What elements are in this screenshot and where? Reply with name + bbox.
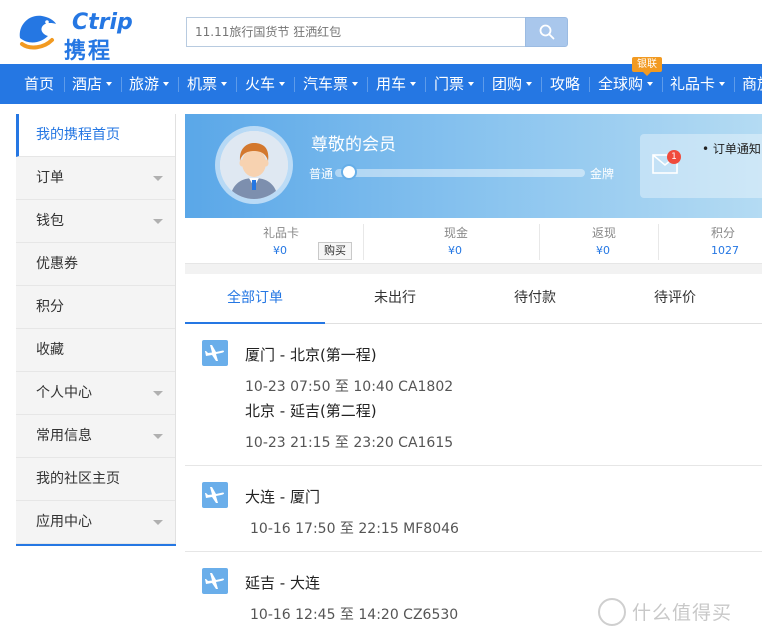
user-avatar-icon: [220, 131, 288, 199]
chevron-down-icon: [153, 520, 163, 525]
header: Ctrip 携程: [0, 0, 762, 64]
tab-not-traveled[interactable]: 未出行: [325, 274, 465, 324]
nav-travel[interactable]: 旅游: [129, 64, 170, 104]
wallet-stats: 礼品卡 ¥0 购买 现金 ¥0 返现 ¥0 积分 1027: [185, 218, 762, 264]
search-box: [186, 17, 526, 47]
avatar-ring: [215, 126, 293, 204]
airplane-icon: [202, 568, 228, 594]
stat-points: 积分 1027: [659, 218, 762, 264]
search-input[interactable]: [187, 18, 525, 46]
caret-down-icon: [106, 81, 113, 86]
caret-down-icon: [719, 81, 726, 86]
chevron-down-icon: [153, 391, 163, 396]
sidebar-item-personal[interactable]: 个人中心: [16, 372, 175, 415]
level-current: 普通: [309, 167, 334, 181]
tab-all-orders[interactable]: 全部订单: [185, 274, 325, 324]
nav-guides[interactable]: 攻略: [550, 64, 580, 104]
caret-down-icon: [279, 81, 286, 86]
watermark: 什么值得买: [598, 596, 758, 628]
sidebar: 我的携程首页 订单 钱包 优惠券 积分 收藏 个人中心 常用信息 我的社区主页 …: [16, 114, 176, 546]
stat-label: 礼品卡: [263, 226, 300, 240]
flight-route[interactable]: 大连 - 厦门: [245, 486, 320, 507]
caret-down-icon: [352, 81, 359, 86]
member-title: 尊敬的会员: [311, 135, 396, 155]
notice-box[interactable]: 1 • 订单通知: [640, 134, 762, 198]
watermark-logo: [598, 598, 626, 626]
sidebar-bottom-rule: [16, 544, 176, 546]
flight-route[interactable]: 厦门 - 北京(第一程): [245, 344, 377, 365]
chevron-down-icon: [153, 219, 163, 224]
nav-home[interactable]: 首页: [24, 64, 54, 104]
dolphin-icon: [19, 15, 56, 50]
order-item[interactable]: 厦门 - 北京(第一程) 10-23 07:50 至 10:40 CA1802 …: [185, 324, 762, 466]
stat-value[interactable]: 1027: [711, 244, 739, 257]
caret-down-icon: [526, 81, 533, 86]
airplane-icon: [202, 340, 228, 366]
flight-time: 10-16 17:50 至 22:15 MF8046: [250, 521, 459, 537]
stat-gift-card: 礼品卡 ¥0 购买: [185, 218, 363, 264]
ctrip-logo[interactable]: Ctrip 携程: [14, 8, 144, 64]
sidebar-item-community[interactable]: 我的社区主页: [16, 458, 175, 501]
nav-gift-card[interactable]: 礼品卡: [670, 64, 726, 104]
sidebar-item-apps[interactable]: 应用中心: [16, 501, 175, 544]
stat-cash: 现金 ¥0: [364, 218, 539, 264]
stat-rebate: 返现 ¥0: [540, 218, 658, 264]
stat-value[interactable]: ¥0: [273, 244, 287, 257]
stat-value[interactable]: ¥0: [448, 244, 462, 257]
notice-count-badge: 1: [667, 150, 681, 164]
order-item[interactable]: 大连 - 厦门 10-16 17:50 至 22:15 MF8046: [185, 466, 762, 552]
watermark-text: 什么值得买: [632, 602, 733, 624]
caret-down-icon: [163, 81, 170, 86]
search-button[interactable]: [525, 17, 568, 47]
search-icon: [539, 24, 555, 40]
unionpay-badge: 银联: [632, 57, 662, 76]
sidebar-item-coupons[interactable]: 优惠券: [16, 243, 175, 286]
chevron-down-icon: [153, 176, 163, 181]
avatar[interactable]: [220, 131, 288, 199]
flight-time: 10-16 12:45 至 14:20 CZ6530: [250, 607, 459, 623]
flight-time: 10-23 21:15 至 23:20 CA1615: [245, 435, 454, 451]
order-tabs: 全部订单 未出行 待付款 待评价: [185, 274, 762, 324]
sidebar-item-orders[interactable]: 订单: [16, 157, 175, 200]
level-next: 金牌: [590, 167, 615, 181]
stat-label: 现金: [444, 226, 469, 240]
sidebar-item-wallet[interactable]: 钱包: [16, 200, 175, 243]
caret-down-icon: [647, 81, 654, 86]
buy-gift-card-button[interactable]: 购买: [318, 242, 352, 260]
caret-down-icon: [468, 81, 475, 86]
chevron-down-icon: [153, 434, 163, 439]
airplane-icon: [202, 482, 228, 508]
section-gap: [185, 264, 762, 274]
nav-tickets[interactable]: 门票: [434, 64, 475, 104]
tab-pending-review[interactable]: 待评价: [605, 274, 745, 324]
nav-car[interactable]: 用车: [376, 64, 417, 104]
sidebar-item-common-info[interactable]: 常用信息: [16, 415, 175, 458]
nav-business[interactable]: 商旅: [742, 64, 762, 104]
level-progress-bar: [335, 169, 585, 177]
sidebar-item-home[interactable]: 我的携程首页: [16, 114, 175, 157]
stat-label: 返现: [592, 226, 617, 240]
caret-down-icon: [410, 81, 417, 86]
nav-train[interactable]: 火车: [245, 64, 286, 104]
nav-bus[interactable]: 汽车票: [303, 64, 359, 104]
logo-text-cn: 携程: [64, 39, 113, 64]
flight-route[interactable]: 延吉 - 大连: [245, 572, 320, 593]
nav-groupbuy[interactable]: 团购: [492, 64, 533, 104]
tab-pending-payment[interactable]: 待付款: [465, 274, 605, 324]
nav-hotel[interactable]: 酒店: [72, 64, 113, 104]
logo-text-en: Ctrip: [72, 10, 133, 35]
member-banner: 尊敬的会员 普通 金牌 1 • 订单通知: [185, 114, 762, 218]
stat-value[interactable]: ¥0: [596, 244, 610, 257]
flight-time: 10-23 07:50 至 10:40 CA1802: [245, 379, 454, 395]
stat-label: 积分: [711, 226, 736, 240]
caret-down-icon: [221, 81, 228, 86]
sidebar-item-favorites[interactable]: 收藏: [16, 329, 175, 372]
nav-flights[interactable]: 机票: [187, 64, 228, 104]
notice-text[interactable]: • 订单通知: [702, 140, 761, 157]
level-progress-knob: [341, 164, 357, 180]
flight-route[interactable]: 北京 - 延吉(第二程): [245, 400, 377, 421]
sidebar-item-points[interactable]: 积分: [16, 286, 175, 329]
